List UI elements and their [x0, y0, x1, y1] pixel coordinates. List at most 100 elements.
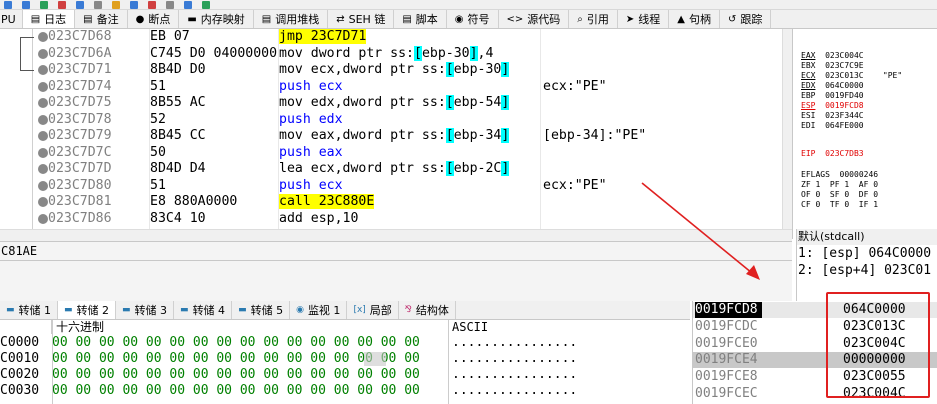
register-esp[interactable]: ESP 0019FCD8: [801, 101, 864, 110]
disasm-operand: dword ptr ss:: [310, 45, 414, 61]
disasm-row[interactable]: 023C7D7D 8D4D D4 lea ecx,dword ptr ss:[ebp…: [0, 161, 790, 178]
disasm-row[interactable]: 023C7D6A C745 D0 04000000 mov dword ptr ss…: [0, 45, 790, 63]
dump-row[interactable]: C0010 00 00 00 00 00 00 00 00 00 00 00 00…: [0, 351, 690, 367]
disasm-operand: ebp-30: [421, 45, 470, 61]
breakpoint-marker[interactable]: [38, 131, 48, 141]
dump-hex: 00 00 00 00 00 00 00 00 00 00 00 00 00 0…: [52, 383, 420, 398]
dump-row[interactable]: C0020 00 00 00 00 00 00 00 00 00 00 00 00…: [0, 367, 690, 383]
register-edi[interactable]: EDI 064FE000: [801, 121, 864, 130]
dump-tab-icon: ▬: [180, 305, 189, 315]
breakpoint-marker[interactable]: [38, 114, 48, 125]
register-eflags[interactable]: EFLAGS 00000246: [801, 170, 878, 179]
register-value: 023C7C9E: [825, 61, 864, 70]
disasm-row[interactable]: 023C7D80 51 push ecx ecx:"PE": [0, 178, 790, 195]
disasm-address: 023C7D75: [48, 95, 112, 110]
disassembly-view[interactable]: 023C7D68 EB 07 jmp 23C7D71 023C7D6A C745 D0 …: [0, 29, 792, 239]
tab-6[interactable]: ⇄ SEH 链: [328, 10, 395, 28]
tab-0[interactable]: PU: [0, 10, 23, 28]
register-of-0[interactable]: OF 0 SF 0 DF 0: [801, 190, 878, 199]
tab-9[interactable]: <> 源代码: [499, 10, 570, 28]
disasm-row[interactable]: 023C7D7C 50 push eax: [0, 145, 790, 162]
toolbar-button-icon[interactable]: [22, 1, 30, 9]
tab-1[interactable]: ▤ 日志: [22, 10, 76, 28]
tab-label: 源代码: [527, 13, 561, 26]
register-name: EBX: [801, 61, 816, 70]
toolbar-button-icon[interactable]: [4, 1, 12, 9]
tab-13[interactable]: ↺ 跟踪: [720, 10, 772, 28]
toolbar-button-icon[interactable]: [148, 1, 156, 9]
dump-tab-1[interactable]: ▬ 转储 2: [58, 301, 117, 319]
breakpoint-marker[interactable]: [38, 48, 48, 59]
dump-tab-4[interactable]: ▬ 转储 5: [232, 301, 291, 319]
tab-5[interactable]: ▤ 调用堆栈: [254, 10, 329, 28]
disasm-row[interactable]: 023C7D74 51 push ecx ecx:"PE": [0, 79, 790, 96]
tab-8[interactable]: ◉ 符号: [447, 10, 499, 28]
tab-2[interactable]: ▤ 备注: [75, 10, 128, 28]
dump-tab-2[interactable]: ▬ 转储 3: [116, 301, 175, 319]
dump-view[interactable]: 十六进制 ASCII C0000 00 00 00 00 00 00 00 00 …: [0, 320, 690, 404]
toolbar-button-icon[interactable]: [40, 1, 48, 9]
tab-7[interactable]: ▤ 脚本: [394, 10, 447, 28]
disassembly-vertical-scrollbar[interactable]: [782, 29, 792, 241]
disasm-comment: ecx:"PE": [543, 78, 607, 94]
toolbar-button-icon[interactable]: [202, 1, 210, 9]
tab-12[interactable]: ▲ 句柄: [669, 10, 720, 28]
breakpoint-marker[interactable]: [38, 164, 48, 174]
breakpoint-marker[interactable]: [38, 213, 48, 224]
tab-label: PU: [1, 12, 16, 26]
toolbar-button-icon[interactable]: [94, 1, 102, 9]
disasm-row[interactable]: 023C7D68 EB 07 jmp 23C7D71: [0, 29, 790, 46]
dump-row[interactable]: C0030 00 00 00 00 00 00 00 00 00 00 00 00…: [0, 383, 690, 399]
dump-tab-6[interactable]: [x] 局部: [347, 301, 399, 319]
register-edx[interactable]: EDX 064C0000: [801, 81, 864, 90]
breakpoint-marker[interactable]: [38, 32, 48, 42]
breakpoint-marker[interactable]: [38, 98, 48, 108]
disassembly-horizontal-scrollbar[interactable]: [0, 229, 792, 241]
dump-tab-7[interactable]: ⅋ 结构体: [399, 301, 456, 319]
register-ebp[interactable]: EBP 0019FD40: [801, 91, 864, 100]
breakpoint-marker[interactable]: [38, 81, 48, 92]
disasm-bytes: 8B45 CC: [150, 128, 206, 143]
tab-10[interactable]: ⌕ 引用: [569, 10, 618, 28]
callstack-row[interactable]: 1: [esp] 064C0000: [797, 245, 937, 262]
toolbar-button-icon[interactable]: [130, 1, 138, 9]
tab-4[interactable]: ▬ 内存映射: [179, 10, 254, 28]
toolbar-button-icon[interactable]: [58, 1, 66, 9]
register-cf-0[interactable]: CF 0 TF 0 IF 1: [801, 200, 878, 209]
disasm-operand: [: [445, 161, 454, 176]
disasm-row[interactable]: 023C7D78 52 push edx: [0, 112, 790, 129]
toolbar-button-icon[interactable]: [184, 1, 192, 9]
disasm-space: [310, 194, 319, 209]
breakpoint-marker[interactable]: [38, 147, 48, 158]
disasm-space: [303, 95, 311, 110]
toolbar-button-icon[interactable]: [112, 1, 120, 9]
tab-icon: ▤: [402, 13, 412, 25]
disasm-row[interactable]: 023C7D75 8B55 AC mov edx,dword ptr ss:[ebp…: [0, 95, 790, 112]
register-zf-1[interactable]: ZF 1 PF 1 AF 0: [801, 180, 878, 189]
disasm-row[interactable]: 023C7D71 8B4D D0 mov ecx,dword ptr ss:[ebp…: [0, 62, 790, 79]
toolbar: [0, 0, 937, 10]
dump-address: C0000: [0, 335, 40, 350]
dump-tab-5[interactable]: ◉ 监视 1: [290, 301, 348, 319]
register-ecx[interactable]: ECX 023C013C "PE": [801, 71, 902, 80]
tab-3[interactable]: ● 断点: [128, 10, 180, 28]
dump-row[interactable]: C0000 00 00 00 00 00 00 00 00 00 00 00 00…: [0, 335, 690, 351]
register-eip[interactable]: EIP 023C7DB3: [801, 149, 864, 158]
dump-tab-0[interactable]: ▬ 转储 1: [0, 301, 59, 319]
register-eax[interactable]: EAX 023C004C: [801, 51, 864, 60]
toolbar-button-icon[interactable]: [166, 1, 174, 9]
tab-label: 句柄: [688, 13, 711, 26]
toolbar-button-icon[interactable]: [76, 1, 84, 9]
callstack-row[interactable]: 2: [esp+4] 023C01: [797, 262, 937, 279]
register-ebx[interactable]: EBX 023C7C9E: [801, 61, 864, 70]
disasm-row[interactable]: 023C7D86 83C4 10 add esp,10: [0, 211, 790, 228]
breakpoint-marker[interactable]: [38, 197, 48, 207]
breakpoint-marker[interactable]: [38, 180, 48, 191]
tab-11[interactable]: ➤ 线程: [618, 10, 670, 28]
disasm-row[interactable]: 023C7D81 E8 880A0000 call 23C880E: [0, 194, 790, 211]
dump-tab-3[interactable]: ▬ 转储 4: [174, 301, 233, 319]
breakpoint-marker[interactable]: [38, 65, 48, 75]
register-esi[interactable]: ESI 023F344C: [801, 111, 864, 120]
tab-label: 日志: [44, 13, 67, 26]
disasm-row[interactable]: 023C7D79 8B45 CC mov eax,dword ptr ss:[ebp…: [0, 128, 790, 145]
